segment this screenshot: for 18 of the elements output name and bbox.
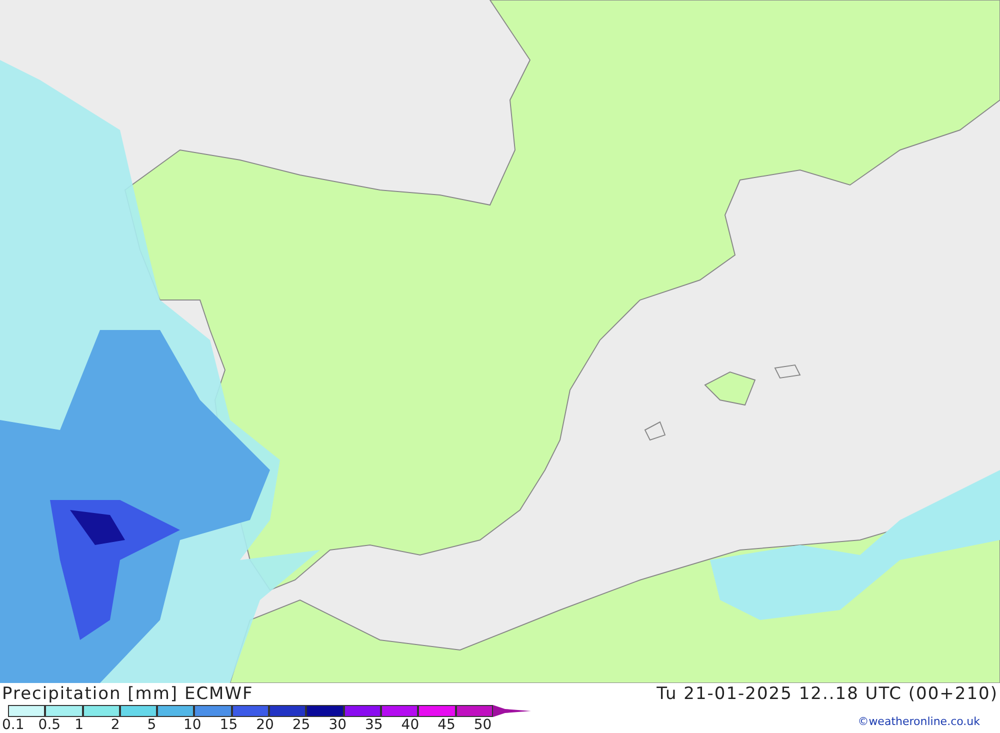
legend-label: 20 [256,717,274,733]
legend-arrow-icon [492,705,531,717]
legend-label: 2 [110,717,120,733]
legend-label: 25 [292,717,310,733]
legend-label: 0.1 [2,717,24,733]
legend-label: 50 [474,717,492,733]
legend-label: 40 [401,717,420,733]
legend-label: 10 [184,717,202,733]
legend-label: 45 [438,717,456,733]
legend-label: 5 [147,717,156,733]
legend-label: 30 [328,717,347,733]
legend-label: 1 [74,717,84,733]
legend-label: 15 [220,717,238,733]
map-title: Precipitation [mm] ECMWF [1,684,254,704]
credit-link[interactable]: ©weatheronline.co.uk [858,705,1000,728]
legend-label: 35 [365,717,383,733]
valid-time: Tu 21-01-2025 12..18 UTC (00+210) [656,684,999,704]
legend-label: 0.5 [38,717,61,733]
